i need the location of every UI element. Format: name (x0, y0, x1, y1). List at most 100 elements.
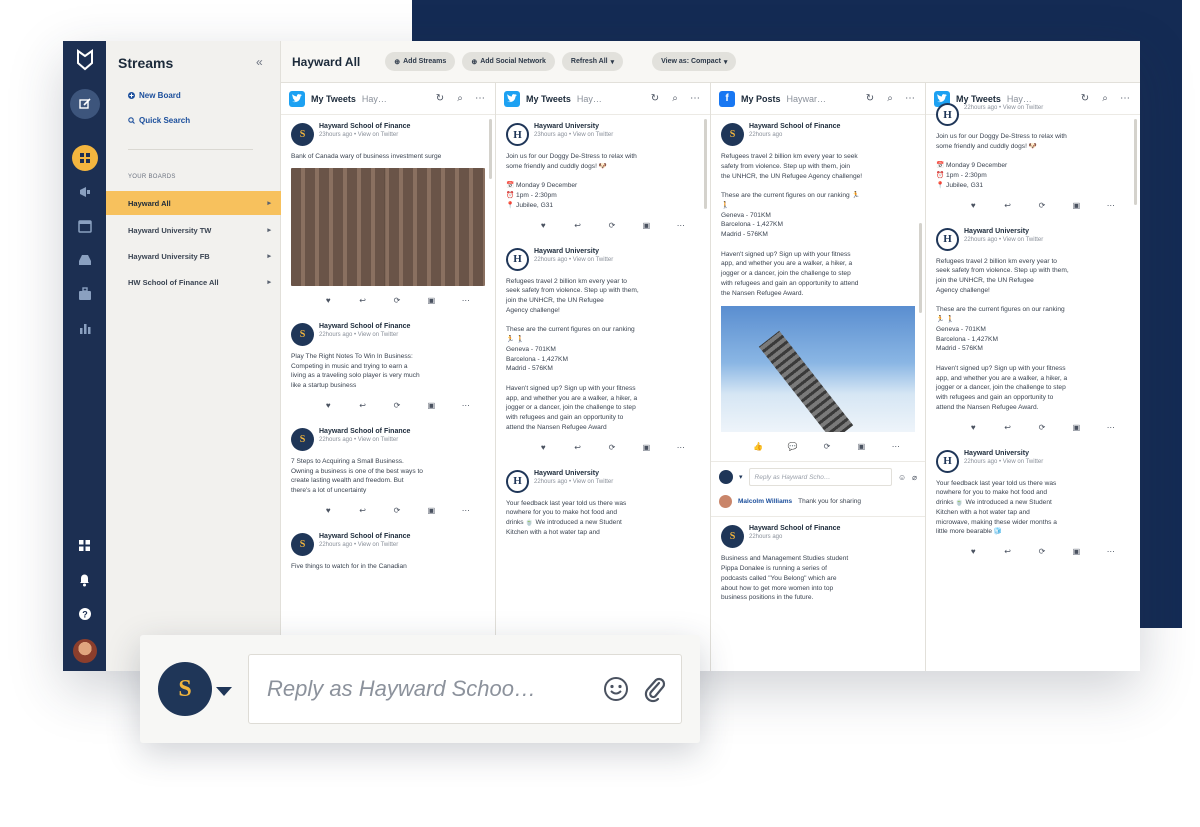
megaphone-icon[interactable] (63, 185, 106, 199)
briefcase-icon[interactable] (63, 287, 106, 301)
heart-icon[interactable]: ♥ (536, 221, 550, 230)
comment-author[interactable]: Malcolm Williams (738, 498, 792, 505)
more-options-icon[interactable]: ⋯ (473, 93, 487, 104)
quote-icon[interactable]: ▣ (1069, 547, 1083, 556)
search-icon[interactable]: ⌕ (453, 93, 467, 104)
owl-logo-icon[interactable] (63, 49, 106, 71)
post-meta[interactable]: 23hours ago • View on Twitter (534, 132, 613, 138)
retweet-icon[interactable]: ⟳ (390, 401, 404, 410)
reply-icon[interactable]: ↩ (571, 443, 585, 452)
more-icon[interactable]: ⋯ (889, 442, 903, 451)
heart-icon[interactable]: ♥ (321, 506, 335, 515)
quote-icon[interactable]: ▣ (424, 296, 438, 305)
refresh-icon[interactable]: ↻ (433, 93, 447, 104)
more-options-icon[interactable]: ⋯ (903, 93, 917, 104)
refresh-icon[interactable]: ↻ (648, 93, 662, 104)
streams-nav-button[interactable] (63, 145, 106, 171)
compose-button[interactable] (63, 89, 106, 119)
post-meta[interactable]: 22hours ago • View on Twitter (319, 542, 410, 548)
attachment-icon[interactable]: ⌀ (912, 473, 917, 482)
post-meta[interactable]: 22hours ago • View on Twitter (534, 479, 613, 485)
board-item-hayward-all[interactable]: Hayward All ▸ (106, 191, 281, 215)
quote-icon[interactable]: ▣ (1069, 201, 1083, 210)
add-streams-button[interactable]: ⊕ Add Streams (385, 52, 456, 71)
heart-icon[interactable]: ♥ (966, 423, 980, 432)
board-item-hayward-university-tw[interactable]: Hayward University TW ▸ (106, 218, 281, 242)
new-board-link[interactable]: New Board (128, 91, 181, 100)
more-options-icon[interactable]: ⋯ (688, 93, 702, 104)
apps-grid-icon[interactable] (63, 539, 106, 552)
reply-icon[interactable]: ↩ (571, 221, 585, 230)
scrollbar[interactable] (489, 119, 492, 179)
quote-icon[interactable]: ▣ (424, 506, 438, 515)
refresh-all-button[interactable]: Refresh All ▾ (561, 52, 624, 71)
inbox-icon[interactable] (63, 253, 106, 267)
retweet-icon[interactable]: ⟳ (390, 506, 404, 515)
search-icon[interactable]: ⌕ (1098, 93, 1112, 104)
like-icon[interactable]: 👍 (751, 442, 765, 451)
post-meta[interactable]: 22hours ago • View on Twitter (964, 237, 1043, 243)
more-icon[interactable]: ⋯ (674, 221, 688, 230)
quote-icon[interactable]: ▣ (639, 443, 653, 452)
quote-icon[interactable]: ▣ (854, 442, 868, 451)
retweet-icon[interactable]: ⟳ (390, 296, 404, 305)
reply-input[interactable]: Reply as Hayward Scho… (748, 468, 892, 487)
emoji-icon[interactable]: ☺ (898, 473, 906, 482)
post-meta[interactable]: 22hours ago • View on Twitter (964, 105, 1043, 111)
collapse-sidebar-icon[interactable]: « (256, 55, 263, 69)
chevron-down-icon[interactable] (216, 686, 232, 696)
more-icon[interactable]: ⋯ (1104, 201, 1118, 210)
reply-icon[interactable]: ↩ (1001, 201, 1015, 210)
chevron-down-icon[interactable]: ▾ (739, 473, 743, 481)
analytics-icon[interactable] (63, 321, 106, 335)
board-item-hw-school-of-finance-all[interactable]: HW School of Finance All ▸ (106, 270, 281, 294)
bell-icon[interactable] (63, 573, 106, 587)
post-meta[interactable]: 22hours ago • View on Twitter (319, 332, 410, 338)
attachment-icon[interactable] (643, 675, 667, 703)
search-icon[interactable]: ⌕ (883, 93, 897, 104)
avatar[interactable] (719, 470, 733, 485)
refresh-icon[interactable]: ↻ (1078, 93, 1092, 104)
more-icon[interactable]: ⋯ (1104, 423, 1118, 432)
more-icon[interactable]: ⋯ (459, 296, 473, 305)
quick-search-link[interactable]: Quick Search (128, 116, 190, 125)
more-options-icon[interactable]: ⋯ (1118, 93, 1132, 104)
more-icon[interactable]: ⋯ (1104, 547, 1118, 556)
post-image[interactable] (291, 167, 485, 286)
retweet-icon[interactable]: ⟳ (1035, 423, 1049, 432)
heart-icon[interactable]: ♥ (966, 201, 980, 210)
quote-icon[interactable]: ▣ (1069, 423, 1083, 432)
avatar[interactable]: S (158, 662, 212, 716)
post-image[interactable] (721, 306, 915, 433)
scrollbar[interactable] (704, 119, 707, 209)
reply-icon[interactable]: ↩ (356, 506, 370, 515)
refresh-icon[interactable]: ↻ (863, 93, 877, 104)
retweet-icon[interactable]: ⟳ (1035, 201, 1049, 210)
heart-icon[interactable]: ♥ (966, 547, 980, 556)
more-icon[interactable]: ⋯ (674, 443, 688, 452)
post-meta[interactable]: 22hours ago • View on Twitter (964, 459, 1043, 465)
more-icon[interactable]: ⋯ (459, 506, 473, 515)
retweet-icon[interactable]: ⟳ (1035, 547, 1049, 556)
board-item-hayward-university-fb[interactable]: Hayward University FB ▸ (106, 244, 281, 268)
heart-icon[interactable]: ♥ (321, 401, 335, 410)
post-meta[interactable]: 23hours ago • View on Twitter (319, 132, 410, 138)
scrollbar[interactable] (919, 223, 922, 313)
quote-icon[interactable]: ▣ (639, 221, 653, 230)
reply-icon[interactable]: ↩ (356, 401, 370, 410)
reply-icon[interactable]: ↩ (356, 296, 370, 305)
post-meta[interactable]: 22hours ago • View on Twitter (534, 257, 613, 263)
comment-icon[interactable]: 💬 (786, 442, 800, 451)
share-icon[interactable]: ⟳ (820, 442, 834, 451)
retweet-icon[interactable]: ⟳ (605, 221, 619, 230)
help-icon[interactable]: ? (63, 607, 106, 621)
reply-input[interactable]: Reply as Hayward Schoo… (248, 654, 682, 724)
emoji-icon[interactable] (603, 676, 629, 702)
user-avatar[interactable] (63, 639, 106, 663)
add-social-network-button[interactable]: ⊕ Add Social Network (462, 52, 555, 71)
post-meta[interactable]: 22hours ago • View on Twitter (319, 437, 410, 443)
scrollbar[interactable] (1134, 119, 1137, 205)
more-icon[interactable]: ⋯ (459, 401, 473, 410)
reply-icon[interactable]: ↩ (1001, 547, 1015, 556)
view-mode-dropdown[interactable]: View as: Compact ▾ (652, 52, 737, 71)
